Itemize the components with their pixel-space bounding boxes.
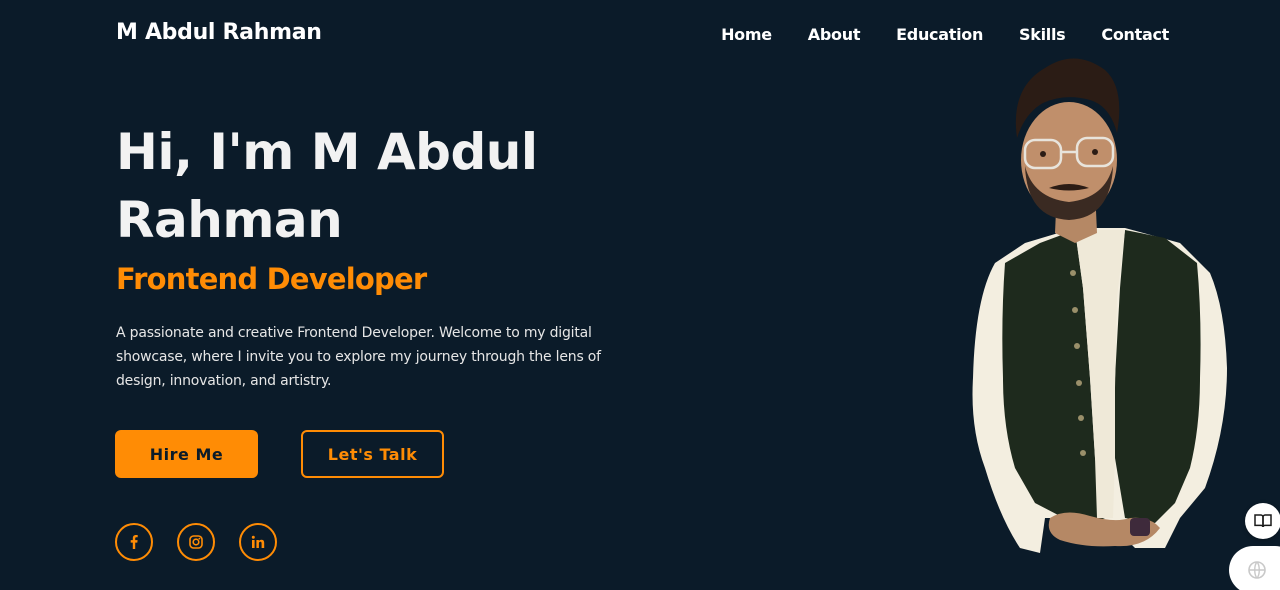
linkedin-icon (251, 535, 265, 548)
profile-portrait (972, 58, 1227, 553)
nav-education[interactable]: Education (896, 25, 983, 44)
instagram-link[interactable] (177, 523, 215, 561)
reader-widget-button[interactable] (1245, 503, 1280, 539)
instagram-icon (189, 535, 203, 549)
book-icon (1254, 514, 1272, 528)
nav-about[interactable]: About (808, 25, 861, 44)
lets-talk-button[interactable]: Let's Talk (301, 430, 444, 478)
linkedin-link[interactable] (239, 523, 277, 561)
nav-home[interactable]: Home (721, 25, 772, 44)
facebook-icon (130, 535, 138, 549)
site-logo[interactable]: M Abdul Rahman (116, 20, 322, 45)
portfolio-page: M Abdul Rahman Home About Education Skil… (0, 0, 1280, 590)
facebook-link[interactable] (115, 523, 153, 561)
hero-description: A passionate and creative Frontend Devel… (116, 325, 601, 389)
nav-contact[interactable]: Contact (1101, 25, 1169, 44)
translate-widget-button[interactable] (1229, 546, 1280, 590)
globe-icon (1248, 561, 1266, 579)
main-nav: Home About Education Skills Contact (721, 25, 1169, 44)
hero-subtitle: Frontend Developer (116, 262, 427, 296)
social-links (115, 523, 277, 561)
hero-title: Hi, I'm M Abdul Rahman (116, 123, 538, 249)
hire-me-button[interactable]: Hire Me (115, 430, 258, 478)
nav-skills[interactable]: Skills (1019, 25, 1066, 44)
